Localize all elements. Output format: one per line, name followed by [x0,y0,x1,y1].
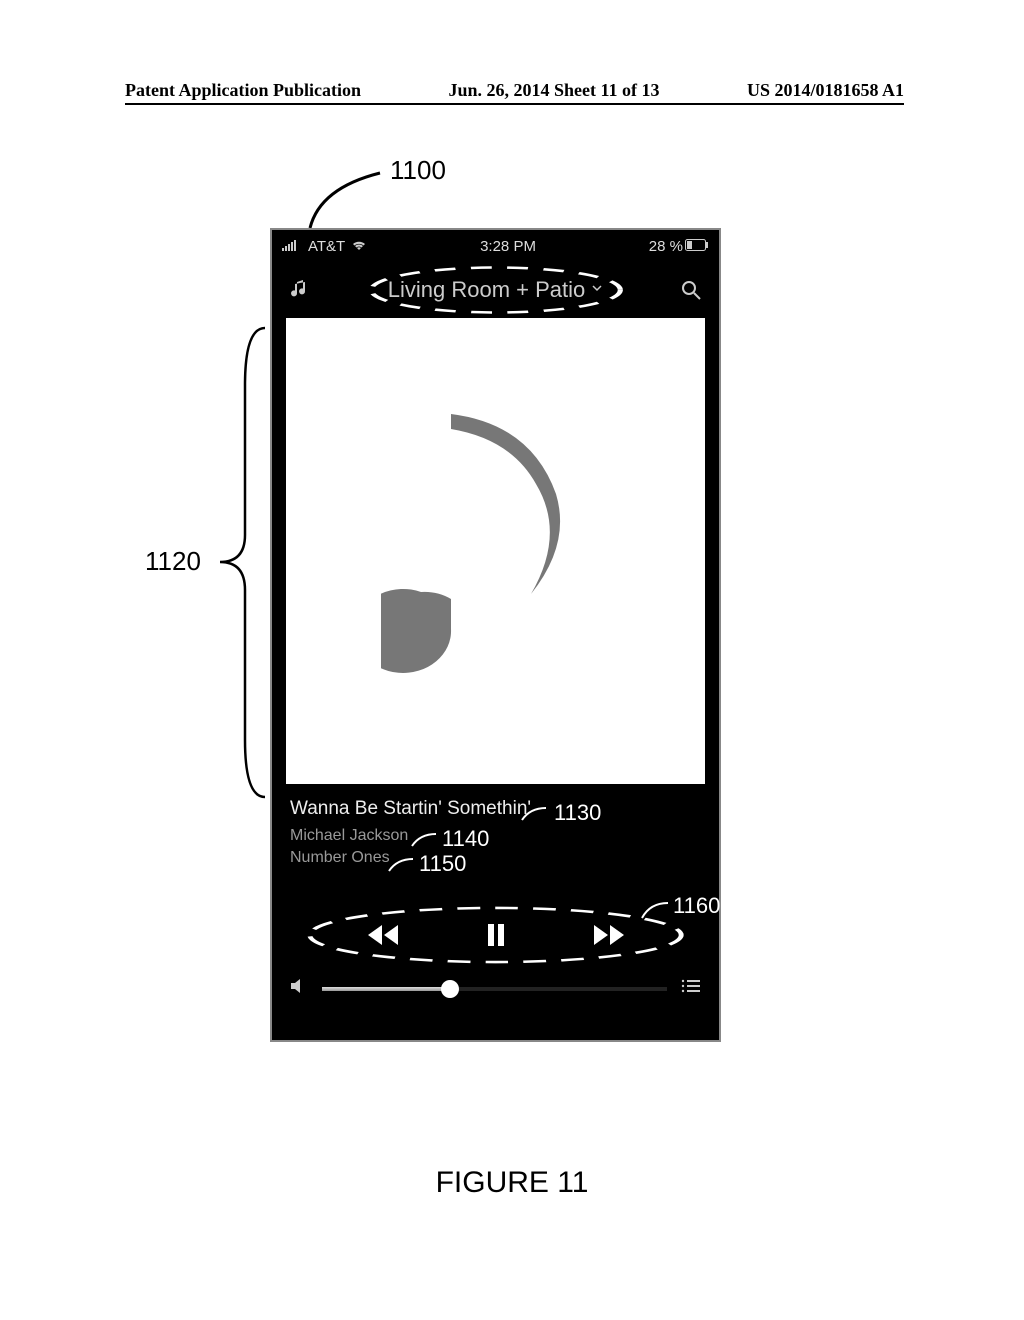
signal-icon [282,238,302,255]
callout-1110: 1110 [600,236,646,262]
zone-title-label: Living Room + Patio [388,277,586,303]
callout-1130: 1130 [554,800,601,826]
album-art-area[interactable] [286,318,705,784]
chevron-down-icon [591,281,603,299]
clock: 3:28 PM [480,238,536,255]
track-artist: Michael Jackson [290,825,701,847]
track-album: Number Ones [290,847,701,869]
wifi-icon [351,238,367,255]
callout-1100: 1100 [390,155,446,186]
volume-row [272,970,719,1017]
speaker-icon [290,978,308,999]
figure-caption: FIGURE 11 [0,1166,1024,1200]
page-header: Patent Application Publication Jun. 26, … [125,80,904,105]
pause-button[interactable] [484,921,508,949]
callout-1160: 1160 [673,893,720,919]
queue-icon[interactable] [681,978,701,999]
music-note-icon [381,384,611,719]
callout-1120: 1120 [145,546,201,577]
zone-selector[interactable]: Living Room + Patio [388,277,604,303]
date-sheet: Jun. 26, 2014 Sheet 11 of 13 [448,80,659,101]
search-icon[interactable] [679,278,703,302]
volume-fill [322,987,450,991]
track-title: Wanna Be Startin' Somethin' [290,798,701,820]
battery-icon [685,238,709,255]
pub-number: US 2014/0181658 A1 [747,80,904,101]
pub-label: Patent Application Publication [125,80,361,101]
music-library-icon[interactable] [288,278,312,302]
next-button[interactable] [592,921,626,949]
callout-1150: 1150 [419,851,466,877]
battery-pct: 28 % [649,238,683,255]
volume-thumb[interactable] [441,980,459,998]
callout-1140: 1140 [442,826,489,852]
volume-slider[interactable] [322,987,667,991]
carrier-label: AT&T [308,238,345,255]
previous-button[interactable] [366,921,400,949]
brace-1120 [210,325,270,800]
status-bar: AT&T 3:28 PM 28 % [272,230,719,262]
nav-bar: Living Room + Patio [272,262,719,318]
track-info: Wanna Be Startin' Somethin' Michael Jack… [272,784,719,872]
